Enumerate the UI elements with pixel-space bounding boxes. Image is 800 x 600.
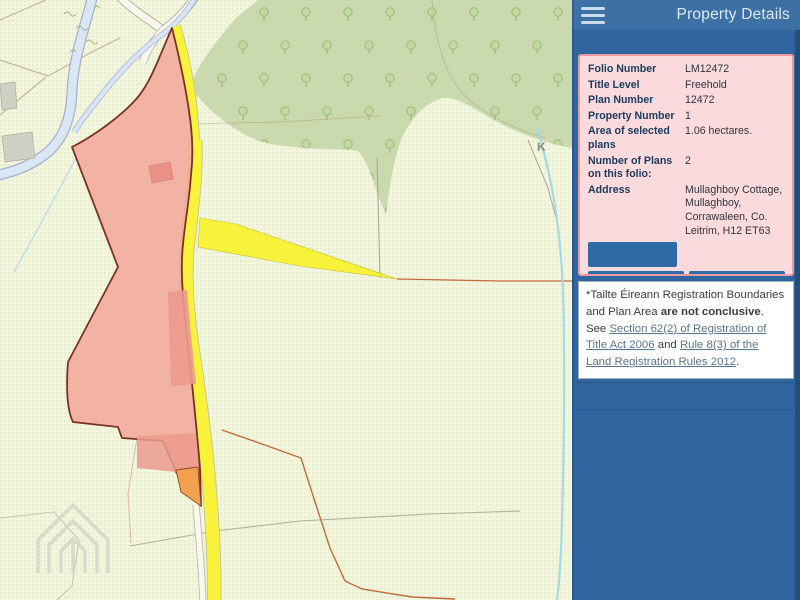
panel-divider <box>576 382 797 383</box>
disclaimer-text: and <box>655 339 680 351</box>
disclaimer-note: *Tailte Éireann Registration Boundaries … <box>578 281 794 379</box>
detail-row: Number of Plans on this folio:2 <box>588 155 785 182</box>
action-button-3[interactable] <box>689 271 785 276</box>
app-window: K Property Details Folio NumberLM12472 T… <box>0 0 800 600</box>
panel-header: Property Details <box>572 0 800 30</box>
disclaimer-text: . <box>736 356 739 368</box>
detail-row-address: AddressMullaghboy Cottage, Mullaghboy, C… <box>588 184 785 238</box>
disclaimer-bold-text: are not conclusive <box>661 306 761 318</box>
detail-row: Property Number1 <box>588 110 785 124</box>
panel-title: Property Details <box>605 6 800 24</box>
panel-edge-strip <box>795 30 800 600</box>
action-button-2[interactable] <box>588 271 684 276</box>
dot-texture <box>0 0 572 600</box>
panel-divider <box>576 409 797 410</box>
map-canvas[interactable]: K <box>0 0 572 600</box>
detail-row: Folio NumberLM12472 <box>588 63 785 77</box>
folio-info-box: Folio NumberLM12472 Title LevelFreehold … <box>578 54 794 276</box>
detail-row: Plan Number12472 <box>588 94 785 108</box>
building-on-plan <box>149 162 173 183</box>
map-label-townland: K <box>537 140 547 154</box>
detail-row: Title LevelFreehold <box>588 79 785 93</box>
detail-row: Area of selected plans1.06 hectares. <box>588 125 785 152</box>
property-details-panel: Property Details Folio NumberLM12472 Tit… <box>572 0 800 600</box>
action-button-1[interactable] <box>588 242 677 267</box>
map-viewport[interactable]: K <box>0 0 572 600</box>
panel-body: Folio NumberLM12472 Title LevelFreehold … <box>572 30 800 600</box>
hamburger-menu-icon[interactable] <box>581 7 605 24</box>
sub-parcel-2 <box>137 433 199 472</box>
